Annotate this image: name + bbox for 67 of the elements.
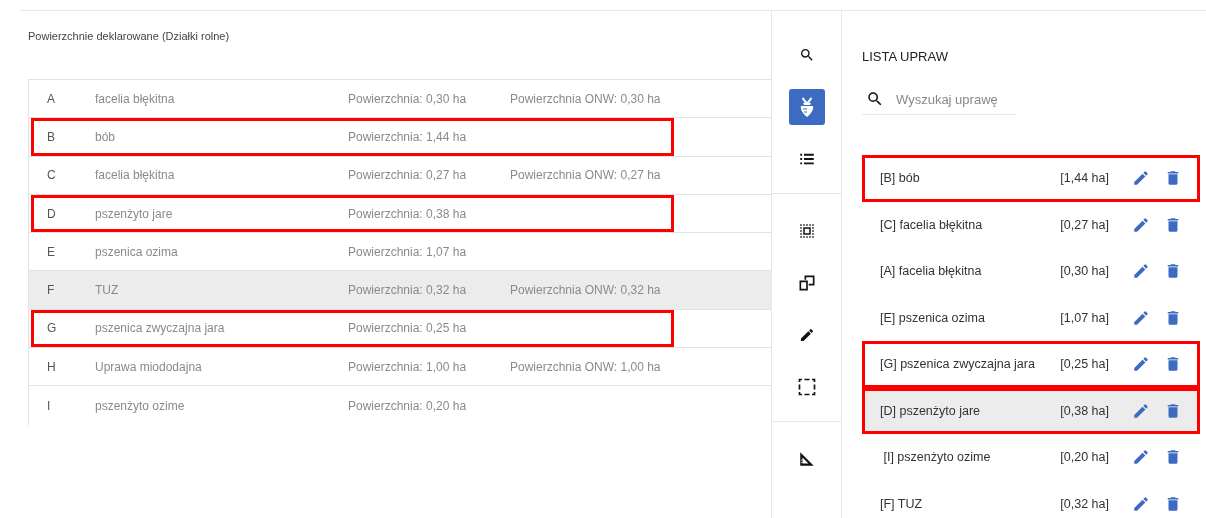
crop-label: [F] TUZ xyxy=(880,496,924,511)
parcel-row[interactable]: B bób Powierzchnia: 1,44 ha xyxy=(29,118,771,157)
parcel-letter: I xyxy=(46,398,52,413)
onw-area-text: Powierzchnia ONW: 0,27 ha xyxy=(510,168,661,183)
crop-area: [0,30 ha] xyxy=(1060,264,1109,279)
crop-label: [G] pszenica zwyczajna jara xyxy=(880,357,1036,372)
parcel-letter: C xyxy=(46,168,57,183)
crop-area: [0,38 ha] xyxy=(1060,403,1109,418)
crop-label: [C] facelia błękitna xyxy=(880,217,984,232)
parcel-letter: D xyxy=(46,206,57,221)
parcel-letter: H xyxy=(46,359,57,374)
parcel-row[interactable]: H Uprawa miododajna Powierzchnia: 1,00 ha Powierzchnia ONW: 1,00 ha xyxy=(29,348,771,387)
area-text: Powierzchnia: 0,20 ha xyxy=(348,398,468,413)
crop-area: [0,25 ha] xyxy=(1060,357,1109,372)
crop-label: [I] pszenżyto ozime xyxy=(882,450,992,465)
onw-area-text: Powierzchnia ONW: 1,00 ha xyxy=(510,359,661,374)
crop-name: pszenżyto ozime xyxy=(95,398,186,413)
crop-area: [0,20 ha] xyxy=(1060,450,1109,465)
parcel-letter: E xyxy=(46,244,56,259)
area-text: Powierzchnia: 0,30 ha xyxy=(348,91,468,106)
crop-name: pszenica zwyczajna jara xyxy=(95,321,226,336)
area-text: Powierzchnia: 1,00 ha xyxy=(348,359,468,374)
search-icon xyxy=(866,90,884,108)
area-text: Powierzchnia: 1,44 ha xyxy=(348,129,468,144)
crop-list-item[interactable]: [C] facelia błękitna [0,27 ha] xyxy=(862,201,1200,248)
parcel-letter: B xyxy=(46,129,56,144)
area-text: Powierzchnia: 0,38 ha xyxy=(348,206,468,221)
parcel-row[interactable]: F TUZ Powierzchnia: 0,32 ha Powierzchnia ONW: 0,32 ha xyxy=(29,271,771,310)
crop-list-item[interactable]: [D] pszenżyto jare [0,38 ha] xyxy=(862,387,1200,434)
parcel-letter: G xyxy=(46,321,58,336)
crop-list-item[interactable]: [B] bób [1,44 ha] xyxy=(862,155,1200,202)
parcel-letter: F xyxy=(46,283,56,298)
crop-name: bób xyxy=(95,129,117,144)
parcel-row[interactable]: I pszenżyto ozime Powierzchnia: 0,20 ha xyxy=(29,386,771,425)
parcel-row[interactable]: C facelia błękitna Powierzchnia: 0,27 ha Powierzchnia ONW: 0,27 ha xyxy=(29,156,771,195)
crop-name: pszenica ozima xyxy=(95,244,179,259)
crop-name: facelia błękitna xyxy=(95,168,176,183)
crop-list-item[interactable]: [I] pszenżyto ozime [0,20 ha] xyxy=(862,434,1200,481)
crop-label: [D] pszenżyto jare xyxy=(880,403,982,418)
list-title: LISTA UPRAW xyxy=(862,49,949,64)
crop-label: [B] bób xyxy=(880,171,921,186)
crop-area: [1,44 ha] xyxy=(1060,171,1109,186)
parcel-row[interactable]: D pszenżyto jare Powierzchnia: 0,38 ha xyxy=(29,194,771,234)
crop-name: pszenżyto jare xyxy=(95,206,174,221)
crop-area: [0,27 ha] xyxy=(1060,217,1109,232)
crop-list-item[interactable]: [A] facelia błękitna [0,30 ha] xyxy=(862,248,1200,295)
area-text: Powierzchnia: 1,07 ha xyxy=(348,244,468,259)
parcel-row[interactable]: A facelia błękitna Powierzchnia: 0,30 ha Powierzchnia ONW: 0,30 ha xyxy=(29,80,771,119)
area-text: Powierzchnia: 0,27 ha xyxy=(348,168,468,183)
crop-label: [A] facelia błękitna xyxy=(880,264,983,279)
parcel-row[interactable]: G pszenica zwyczajna jara Powierzchnia: 0,25 ha xyxy=(29,309,771,349)
parcel-letter: A xyxy=(46,91,56,106)
crop-name: TUZ xyxy=(95,283,120,298)
crop-name: facelia błękitna xyxy=(95,91,176,106)
crop-name: Uprawa miododajna xyxy=(95,359,203,374)
area-text: Powierzchnia: 0,25 ha xyxy=(348,321,468,336)
crop-list-item[interactable]: [E] pszenica ozima [1,07 ha] xyxy=(862,294,1200,341)
panel-title: Powierzchnie deklarowane (Działki rolne) xyxy=(28,30,231,42)
crop-area: [0,32 ha] xyxy=(1060,496,1109,511)
tool-button[interactable] xyxy=(788,89,825,125)
onw-area-text: Powierzchnia ONW: 0,32 ha xyxy=(510,283,661,298)
crop-area: [1,07 ha] xyxy=(1060,310,1109,325)
onw-area-text: Powierzchnia ONW: 0,30 ha xyxy=(510,91,661,106)
crop-list-item[interactable]: [F] TUZ [0,32 ha] xyxy=(862,480,1200,518)
crop-label: [E] pszenica ozima xyxy=(880,310,986,325)
area-text: Powierzchnia: 0,32 ha xyxy=(348,283,468,298)
crop-list-item[interactable]: [G] pszenica zwyczajna jara [0,25 ha] xyxy=(862,341,1200,388)
